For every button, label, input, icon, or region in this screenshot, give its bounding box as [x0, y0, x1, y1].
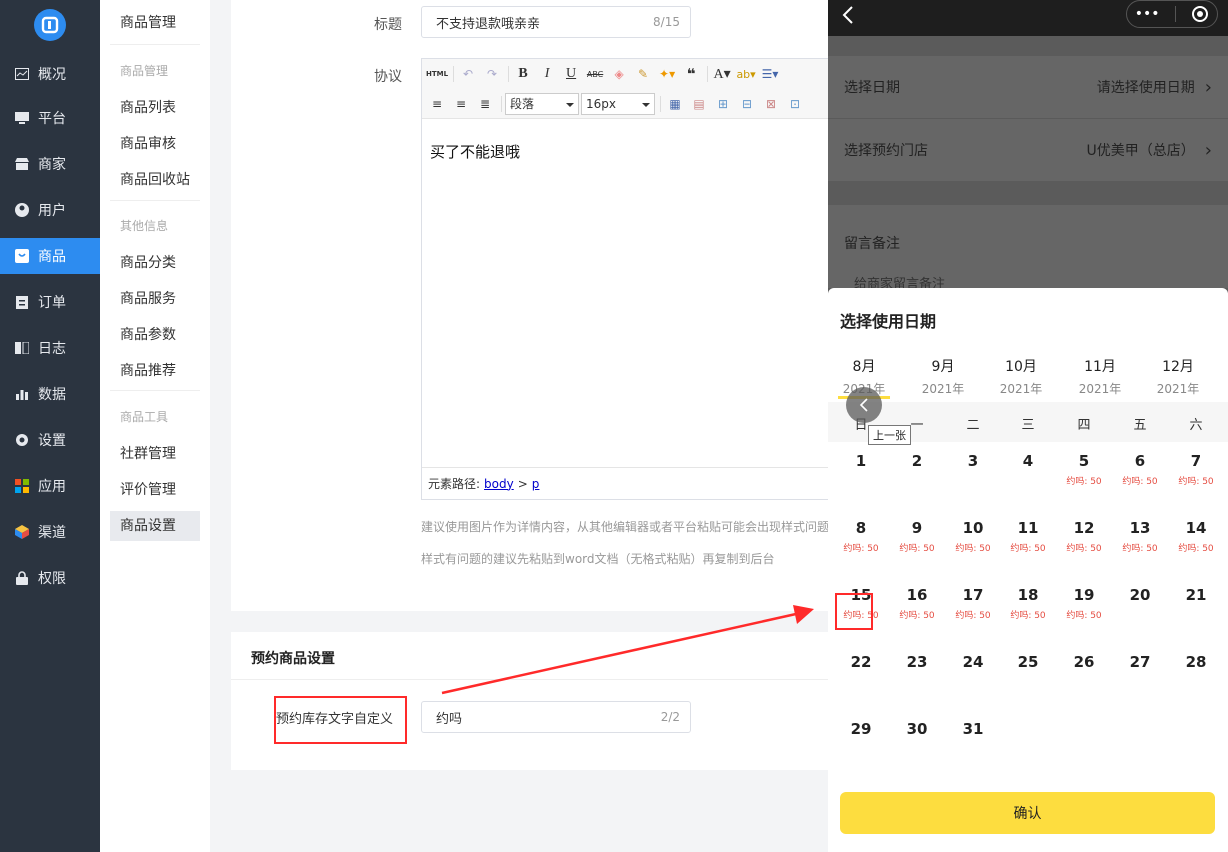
- annotation-arrow: [441, 605, 814, 695]
